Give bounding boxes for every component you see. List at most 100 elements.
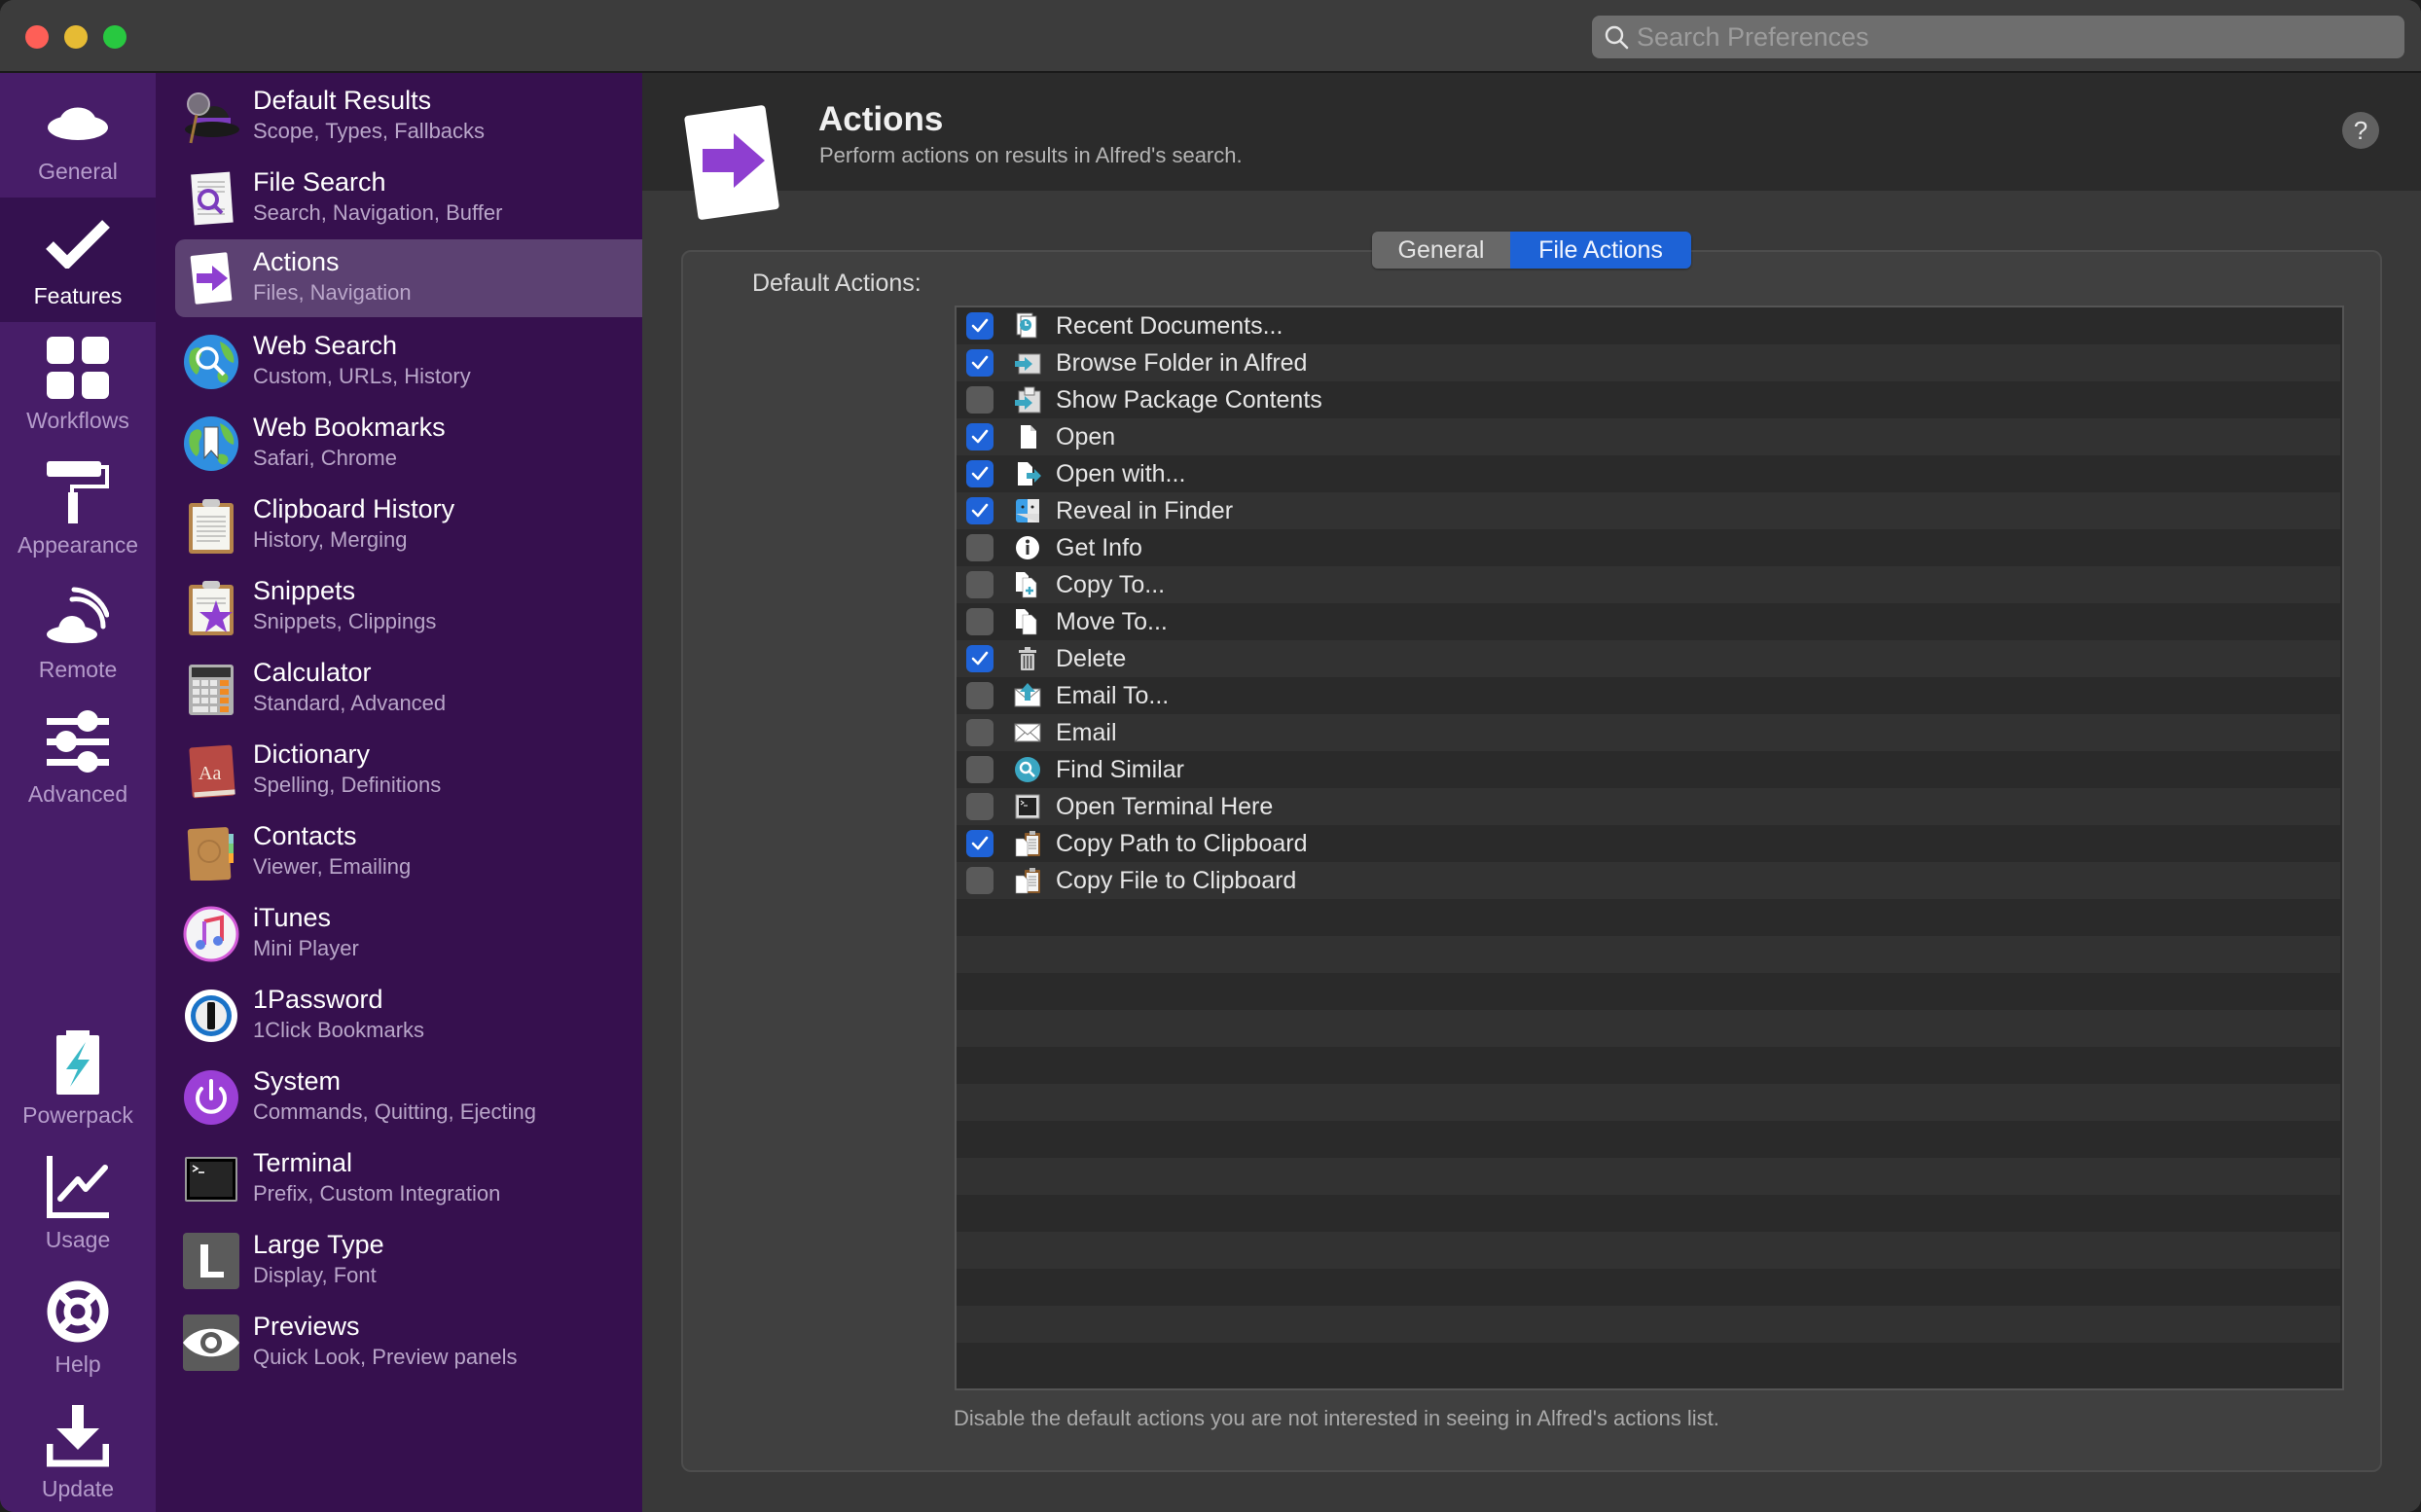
action-checkbox[interactable] [966, 793, 994, 820]
rail-item-workflows[interactable]: Workflows [0, 322, 156, 447]
large-type-icon [183, 1233, 239, 1289]
sidebar-item-contacts[interactable]: Contacts Viewer, Emailing [175, 813, 642, 891]
action-checkbox[interactable] [966, 756, 994, 783]
empty-row [957, 1343, 2340, 1380]
email-to-icon [1014, 683, 1041, 707]
sidebar-item-title: 1Password [253, 985, 383, 1014]
sidebar-item-subtitle: Files, Navigation [253, 280, 412, 305]
page-header: Actions Perform actions on results in Al… [642, 73, 2421, 191]
action-row[interactable]: Copy File to Clipboard [957, 862, 2340, 899]
actions-arrow-icon [684, 105, 779, 220]
sidebar-item-actions[interactable]: Actions Files, Navigation [175, 239, 642, 317]
sidebar-item-title: Actions [253, 247, 340, 276]
search-preferences-field[interactable] [1592, 16, 2404, 58]
rail-item-usage[interactable]: Usage [0, 1141, 156, 1266]
action-label: Get Info [1056, 534, 1142, 561]
action-row[interactable]: Open Terminal Here [957, 788, 2340, 825]
lifebuoy-icon [44, 1278, 112, 1346]
sidebar-item-title: Snippets [253, 576, 356, 605]
sidebar-item-1password[interactable]: 1Password 1Click Bookmarks [175, 977, 642, 1055]
action-checkbox[interactable] [966, 682, 994, 709]
sidebar-item-system[interactable]: System Commands, Quitting, Ejecting [175, 1059, 642, 1136]
action-row[interactable]: Copy To... [957, 566, 2340, 603]
rail-item-remote[interactable]: Remote [0, 571, 156, 696]
action-row[interactable]: Email To... [957, 677, 2340, 714]
action-checkbox[interactable] [966, 830, 994, 857]
clipboard-icon [189, 499, 234, 554]
svg-text:Aa: Aa [199, 763, 221, 784]
sidebar-item-default-results[interactable]: Default Results Scope, Types, Fallbacks [175, 78, 642, 156]
rail-item-general[interactable]: General [0, 73, 156, 198]
action-checkbox[interactable] [966, 349, 994, 377]
sidebar-item-title: Large Type [253, 1230, 384, 1259]
action-row[interactable]: Recent Documents... [957, 307, 2340, 344]
action-row[interactable]: Find Similar [957, 751, 2340, 788]
sidebar-item-snippets[interactable]: Snippets Snippets, Clippings [175, 568, 642, 646]
action-checkbox[interactable] [966, 386, 994, 414]
action-checkbox[interactable] [966, 719, 994, 746]
action-row[interactable]: Email [957, 714, 2340, 751]
action-row[interactable]: Reveal in Finder [957, 492, 2340, 529]
sidebar-item-web-bookmarks[interactable]: Web Bookmarks Safari, Chrome [175, 405, 642, 483]
sidebar-item-title: Terminal [253, 1148, 353, 1177]
empty-row [957, 899, 2340, 936]
action-checkbox[interactable] [966, 460, 994, 487]
dictionary-icon: Aa [189, 744, 235, 799]
sidebar-item-file-search[interactable]: File Search Search, Navigation, Buffer [175, 160, 642, 237]
tab-file-actions[interactable]: File Actions [1510, 232, 1691, 269]
action-row[interactable]: Copy Path to Clipboard [957, 825, 2340, 862]
page-subtitle: Perform actions on results in Alfred's s… [819, 143, 1243, 167]
minimize-window-button[interactable] [64, 25, 88, 49]
rail-item-features[interactable]: Features [0, 198, 156, 322]
open-with-icon [1018, 462, 1041, 486]
search-preferences-input[interactable] [1637, 16, 2386, 58]
package-contents-icon [1015, 386, 1041, 414]
sidebar-item-dictionary[interactable]: Aa Dictionary Spelling, Definitions [175, 732, 642, 810]
action-row[interactable]: Get Info [957, 529, 2340, 566]
action-label: Copy File to Clipboard [1056, 867, 1297, 894]
sidebar-item-subtitle: History, Merging [253, 527, 408, 552]
copy-to-icon [1016, 572, 1037, 598]
action-checkbox[interactable] [966, 534, 994, 561]
action-checkbox[interactable] [966, 423, 994, 450]
sidebar-item-itunes[interactable]: iTunes Mini Player [175, 895, 642, 973]
action-checkbox[interactable] [966, 497, 994, 524]
itunes-icon [183, 906, 239, 962]
rail-item-appearance[interactable]: Appearance [0, 447, 156, 571]
sidebar-item-subtitle: Search, Navigation, Buffer [253, 200, 503, 225]
close-window-button[interactable] [25, 25, 49, 49]
zoom-window-button[interactable] [103, 25, 126, 49]
tab-general[interactable]: General [1372, 232, 1510, 269]
rail-item-help[interactable]: Help [0, 1266, 156, 1390]
action-row[interactable]: Show Package Contents [957, 381, 2340, 418]
main-pane: Actions Perform actions on results in Al… [642, 73, 2421, 1512]
action-row[interactable]: Move To... [957, 603, 2340, 640]
empty-row [957, 1121, 2340, 1158]
sidebar-item-subtitle: Display, Font [253, 1263, 377, 1287]
sidebar-item-terminal[interactable]: Terminal Prefix, Custom Integration [175, 1140, 642, 1218]
action-checkbox[interactable] [966, 867, 994, 894]
rail-item-powerpack[interactable]: Powerpack [0, 1017, 156, 1141]
action-checkbox[interactable] [966, 608, 994, 635]
sidebar-item-title: Web Search [253, 331, 398, 360]
help-button[interactable]: ? [2342, 112, 2379, 149]
rail-item-update[interactable]: Update [0, 1390, 156, 1512]
action-checkbox[interactable] [966, 312, 994, 340]
action-checkbox[interactable] [966, 645, 994, 672]
sidebar-item-clipboard-history[interactable]: Clipboard History History, Merging [175, 486, 642, 564]
action-row[interactable]: Open with... [957, 455, 2340, 492]
default-actions-list[interactable]: Recent Documents... Browse Folder in Alfr… [955, 306, 2344, 1390]
sidebar-item-previews[interactable]: Previews Quick Look, Preview panels [175, 1304, 642, 1382]
sidebar-item-web-search[interactable]: Web Search Custom, URLs, History [175, 323, 642, 401]
action-row[interactable]: Open [957, 418, 2340, 455]
envelope-icon [1014, 723, 1041, 742]
clipboard-star-icon [189, 581, 234, 635]
action-row[interactable]: Browse Folder in Alfred [957, 344, 2340, 381]
action-row[interactable]: Delete [957, 640, 2340, 677]
sidebar-item-calculator[interactable]: Calculator Standard, Advanced [175, 650, 642, 728]
sidebar-item-large-type[interactable]: Large Type Display, Font [175, 1222, 642, 1300]
alfred-hat-icon [185, 92, 239, 144]
sidebar-item-subtitle: Custom, URLs, History [253, 364, 471, 388]
action-checkbox[interactable] [966, 571, 994, 598]
rail-item-advanced[interactable]: Advanced [0, 696, 156, 820]
